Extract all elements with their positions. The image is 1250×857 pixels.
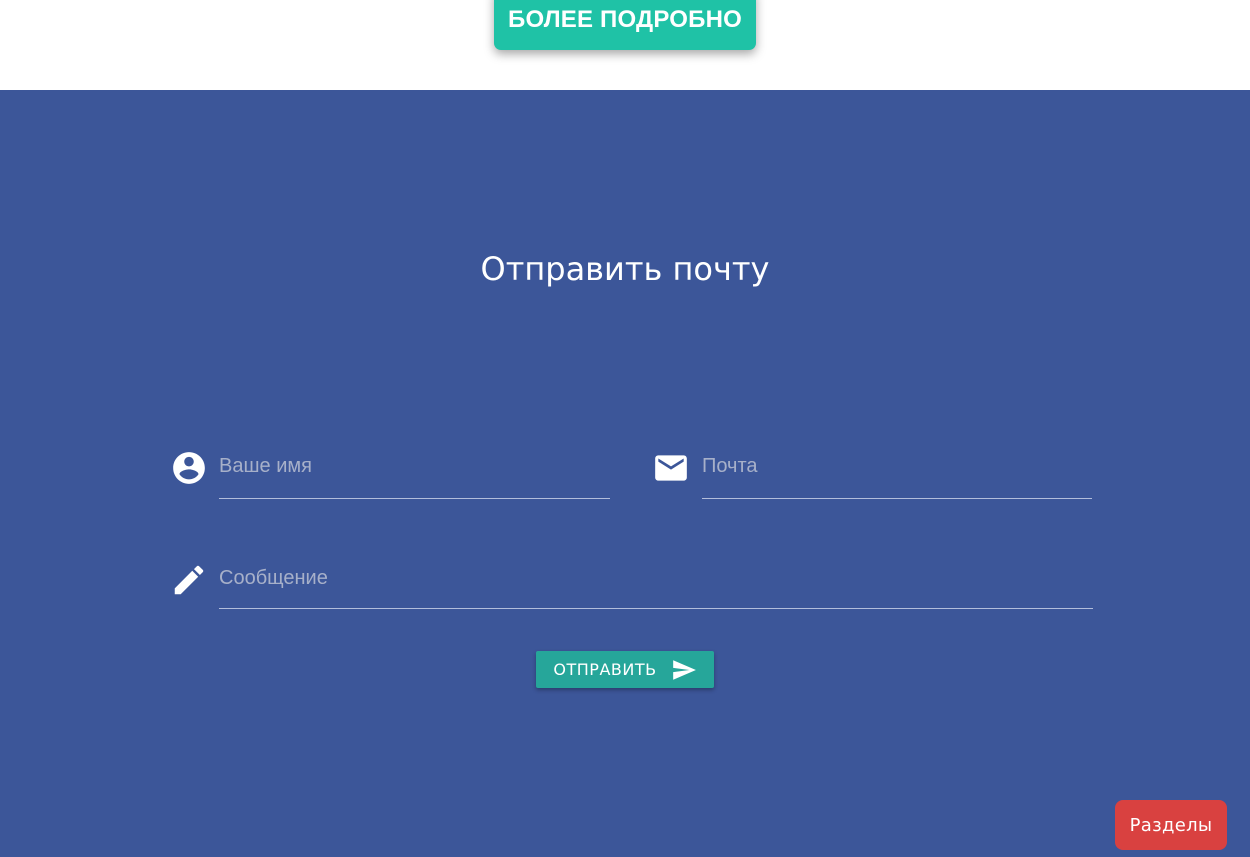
pencil-icon — [170, 561, 208, 599]
send-button-label: ОТПРАВИТЬ — [553, 660, 657, 679]
name-input[interactable] — [219, 451, 610, 481]
name-field — [170, 445, 610, 505]
top-area: БОЛЕЕ ПОДРОБНО — [0, 0, 1250, 90]
mail-icon — [652, 449, 690, 487]
email-field — [652, 445, 1092, 505]
contact-section: Отправить почту ОТПРАВИТЬ — [0, 90, 1250, 857]
account-circle-icon — [170, 449, 208, 487]
sections-button[interactable]: Разделы — [1115, 800, 1227, 850]
email-underline — [702, 498, 1092, 499]
name-underline — [219, 498, 610, 499]
message-underline — [219, 608, 1093, 609]
send-icon — [672, 659, 696, 680]
more-details-button[interactable]: БОЛЕЕ ПОДРОБНО — [494, 0, 756, 50]
send-button[interactable]: ОТПРАВИТЬ — [536, 651, 714, 688]
message-input[interactable] — [219, 563, 1093, 593]
section-title: Отправить почту — [480, 250, 770, 288]
message-field — [170, 557, 1093, 617]
email-input[interactable] — [702, 451, 1092, 481]
